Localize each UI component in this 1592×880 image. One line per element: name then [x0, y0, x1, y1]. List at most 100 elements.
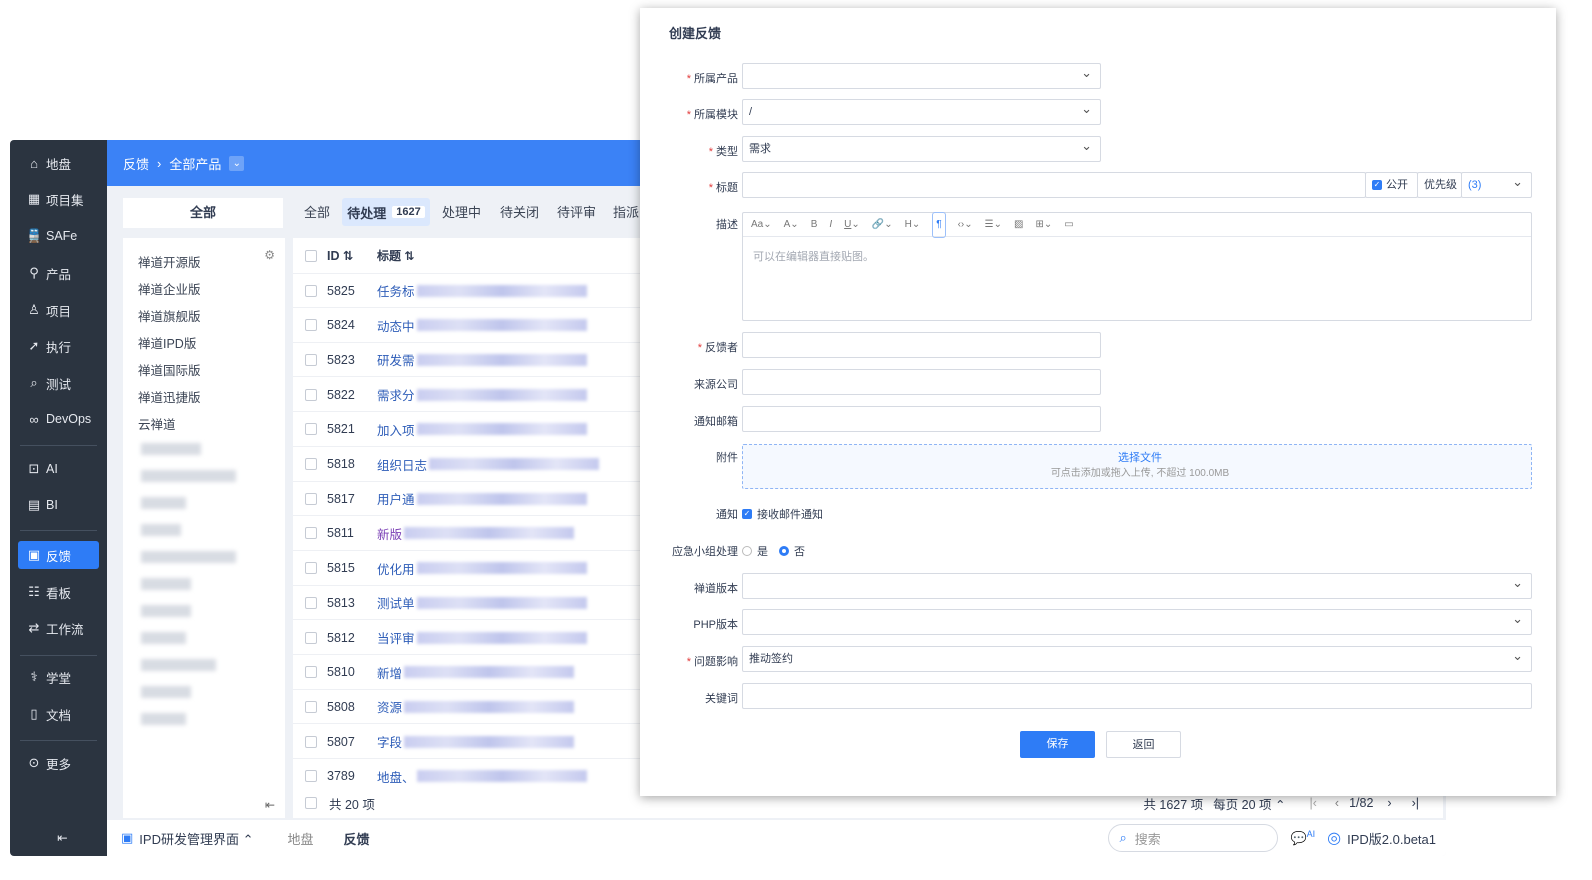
product-select[interactable] [742, 61, 1101, 89]
italic-icon[interactable]: I [829, 213, 832, 237]
product-item[interactable]: 禅道国际版 [138, 360, 201, 379]
table-row[interactable]: 5807 字段 [293, 725, 653, 760]
table-row[interactable]: 5811 新版 [293, 517, 653, 551]
public-toggle[interactable]: ✓ 公开 [1365, 172, 1418, 198]
sidebar-item-13[interactable]: ⚕ 学堂 [18, 663, 99, 691]
product-item[interactable]: 禅道旗舰版 [138, 306, 201, 325]
keywords-input[interactable] [742, 683, 1532, 709]
col-title[interactable]: 标题 ⇅ [377, 247, 414, 264]
sidebar-item-12[interactable]: ⇄ 工作流 [18, 614, 99, 642]
tab-5[interactable]: 指派 [613, 202, 639, 221]
product-item[interactable]: 禅道开源版 [138, 252, 201, 271]
type-select[interactable]: 需求 [742, 134, 1101, 162]
sidebar-item-2[interactable]: 🚆 SAFe [18, 222, 99, 250]
blurred-product-item[interactable] [141, 659, 216, 671]
table-row[interactable]: 5813 测试单 [293, 586, 653, 621]
row-checkbox[interactable] [305, 527, 317, 540]
company-input[interactable] [742, 369, 1101, 395]
table-row[interactable]: 5825 任务标 [293, 274, 653, 308]
row-title-link[interactable]: 资源 [377, 697, 575, 716]
radio-no[interactable] [779, 546, 789, 556]
row-title-link[interactable]: 加入项 [377, 420, 587, 439]
footer-checkbox[interactable] [305, 797, 317, 809]
font-icon[interactable]: Aa⌄ [751, 213, 772, 237]
row-title-link[interactable]: 动态中 [377, 316, 587, 335]
tab-4[interactable]: 待评审 [557, 202, 596, 221]
collapse-sidebar-icon[interactable]: ⇤ [18, 823, 99, 851]
desc-editor[interactable]: Aa⌄ A⌄ B I U⌄ 🔗⌄ H⌄ ¶ ‹›⌄ ☰⌄ ▨ ⊞⌄ ▭ 可以在编辑器直接贴图。 [742, 211, 1532, 321]
sidebar-item-14[interactable]: ▯ 文档 [18, 700, 99, 728]
chevron-down-icon[interactable]: ⌄ [229, 155, 245, 171]
back-button[interactable]: 返回 [1106, 731, 1181, 758]
bottom-crumb-feedback[interactable]: 反馈 [344, 829, 370, 848]
table-icon[interactable]: ⊞⌄ [1035, 213, 1052, 237]
row-checkbox[interactable] [305, 596, 317, 609]
tab-pending[interactable]: 待处理 1627 [342, 198, 430, 226]
row-checkbox[interactable] [305, 353, 317, 366]
row-checkbox[interactable] [305, 700, 317, 713]
sidebar-item-0[interactable]: ⌂ 地盘 [18, 149, 99, 177]
module-select[interactable]: / [742, 97, 1101, 125]
zentao-version-select[interactable] [742, 571, 1532, 599]
tab-0[interactable]: 全部 [304, 202, 330, 221]
blurred-product-item[interactable] [141, 443, 201, 455]
row-title-link[interactable]: 需求分 [377, 385, 587, 404]
row-checkbox[interactable] [305, 631, 317, 644]
table-row[interactable]: 5821 加入项 [293, 413, 653, 447]
blurred-product-item[interactable] [141, 578, 191, 590]
product-all-tab[interactable]: 全部 [123, 198, 283, 228]
table-row[interactable]: 5822 需求分 [293, 378, 653, 413]
row-checkbox[interactable] [305, 492, 317, 505]
global-search[interactable]: ⌕ 搜索 [1108, 824, 1279, 852]
table-row[interactable]: 5817 用户通 [293, 482, 653, 517]
save-button[interactable]: 保存 [1020, 731, 1095, 758]
row-title-link[interactable]: 地盘、 [377, 767, 587, 786]
table-row[interactable]: 5823 研发需 [293, 343, 653, 378]
sidebar-item-10[interactable]: ▣ 反馈 [18, 541, 99, 569]
last-page-icon[interactable]: ›| [1412, 796, 1419, 810]
sidebar-item-11[interactable]: ☷ 看板 [18, 578, 99, 606]
row-checkbox[interactable] [305, 458, 317, 470]
row-checkbox[interactable] [305, 770, 317, 783]
tab-2[interactable]: 处理中 [442, 202, 481, 221]
row-title-link[interactable]: 新版 [377, 524, 575, 543]
row-checkbox[interactable] [305, 319, 317, 332]
impact-select[interactable]: 推动签约 [742, 644, 1532, 672]
blurred-product-item[interactable] [141, 686, 191, 698]
public-checkbox[interactable]: ✓ [1372, 180, 1382, 190]
table-row[interactable]: 5812 当评审 [293, 621, 653, 655]
row-checkbox[interactable] [305, 388, 317, 401]
product-item[interactable]: 禅道企业版 [138, 279, 201, 298]
feedbacker-input[interactable] [742, 332, 1101, 358]
radio-yes[interactable] [742, 546, 752, 556]
php-version-select[interactable] [742, 607, 1532, 635]
choose-file-button[interactable]: 选择文件 [749, 451, 1531, 466]
block-icon[interactable]: ▭ [1064, 213, 1073, 237]
first-page-icon[interactable]: |‹ [1309, 796, 1316, 810]
row-title-link[interactable]: 研发需 [377, 350, 587, 369]
sidebar-item-4[interactable]: ♙ 项目 [18, 296, 99, 324]
blurred-product-item[interactable] [141, 524, 181, 536]
sidebar-item-1[interactable]: ▦ 项目集 [18, 185, 99, 213]
blurred-product-item[interactable] [141, 470, 236, 482]
col-id[interactable]: ID ⇅ [317, 248, 377, 263]
code-icon[interactable]: ‹›⌄ [958, 213, 973, 237]
row-checkbox[interactable] [305, 735, 317, 748]
priority-select[interactable]: (3) [1461, 170, 1532, 198]
underline-icon[interactable]: U⌄ [844, 213, 860, 237]
product-item[interactable]: 禅道迅捷版 [138, 387, 201, 406]
table-row[interactable]: 5815 优化用 [293, 552, 653, 586]
prev-page-icon[interactable]: ‹ [1335, 796, 1339, 810]
row-title-link[interactable]: 用户通 [377, 489, 587, 508]
row-title-link[interactable]: 优化用 [377, 559, 587, 578]
bold-icon[interactable]: B [811, 213, 818, 237]
sidebar-item-15[interactable]: ⊙ 更多 [18, 749, 99, 777]
row-title-link[interactable]: 任务标 [377, 281, 587, 300]
row-title-link[interactable]: 组织日志 [377, 455, 600, 474]
table-row[interactable]: 5810 新增 [293, 656, 653, 690]
ai-chat-icon[interactable]: 💬AI [1290, 829, 1315, 846]
table-row[interactable]: 5824 动态中 [293, 309, 653, 343]
sidebar-item-6[interactable]: ⌕ 测试 [18, 369, 99, 397]
per-page-select[interactable]: 每页 20 项 ⌃ [1213, 794, 1285, 813]
row-title-link[interactable]: 新增 [377, 663, 575, 682]
